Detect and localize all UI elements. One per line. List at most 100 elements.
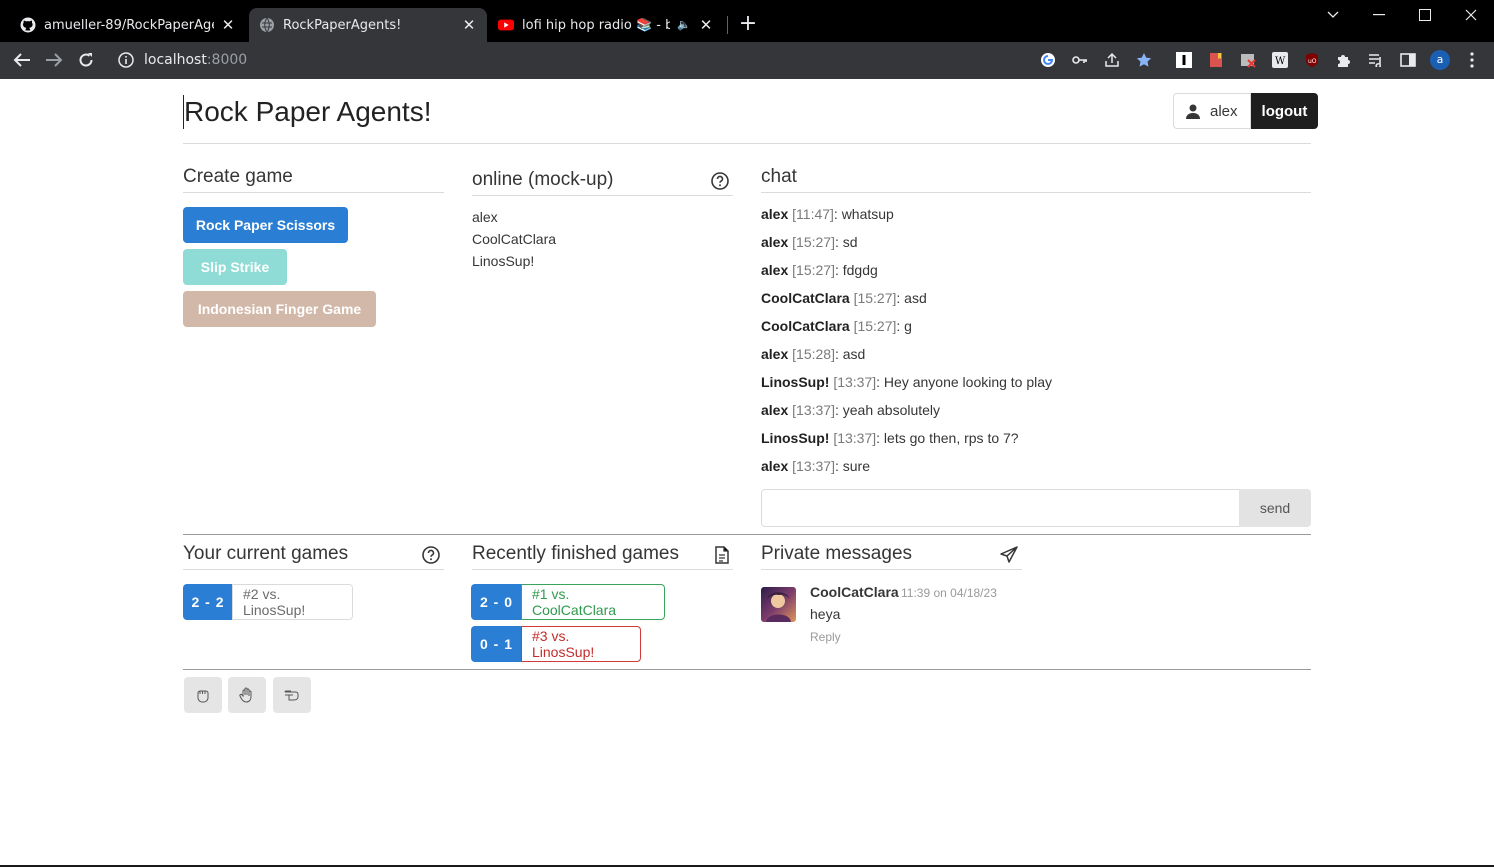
chat-message: CoolCatClara [15:27]: asd <box>761 290 927 306</box>
share-icon[interactable] <box>1103 51 1121 69</box>
scissors-button[interactable] <box>273 677 311 713</box>
info-icon[interactable] <box>118 52 134 68</box>
extension-wikipedia-icon[interactable]: W <box>1271 51 1289 69</box>
close-tab-icon[interactable]: ✕ <box>220 17 236 33</box>
chat-message: alex [11:47]: whatsup <box>761 206 894 222</box>
finished-game-link[interactable]: #3 vs. LinosSup! <box>521 626 641 662</box>
key-icon[interactable] <box>1071 51 1089 69</box>
chat-user: alex <box>761 206 789 222</box>
fist-icon <box>197 690 209 703</box>
extension-instapaper-icon[interactable] <box>1175 51 1193 69</box>
pm-reply-link[interactable]: Reply <box>810 630 841 644</box>
url-host: localhost <box>144 52 207 68</box>
chat-user: alex <box>761 262 789 278</box>
url-port: :8000 <box>206 52 248 68</box>
document-icon[interactable] <box>715 546 729 564</box>
tab-youtube[interactable]: lofi hip hop radio 📚 - beats 🔈 ✕ <box>488 8 724 42</box>
chat-text: : asd <box>834 346 866 362</box>
chat-text: : lets go then, rps to 7? <box>876 430 1019 446</box>
chat-title: chat <box>761 166 797 187</box>
chat-message: alex [15:27]: sd <box>761 234 858 250</box>
chat-time: [15:27] <box>853 290 897 306</box>
username: alex <box>1210 102 1238 120</box>
pointing-hand-icon <box>284 690 299 701</box>
chat-text: : Hey anyone looking to play <box>876 374 1053 390</box>
chat-text: : fdgdg <box>834 262 878 278</box>
help-icon[interactable] <box>422 546 440 564</box>
speaker-icon[interactable]: 🔈 <box>676 17 692 33</box>
minimize-icon[interactable] <box>1356 0 1402 30</box>
slip-strike-button[interactable]: Slip Strike <box>183 249 287 285</box>
chat-user: CoolCatClara <box>761 318 850 334</box>
chat-time: [13:37] <box>833 430 877 446</box>
extension-blocker-icon[interactable] <box>1239 51 1257 69</box>
svg-text:W: W <box>1275 56 1286 67</box>
chat-text: : whatsup <box>833 206 894 222</box>
chat-input[interactable] <box>761 489 1240 527</box>
chat-time: [13:37] <box>792 402 835 418</box>
bookmark-star-icon[interactable] <box>1135 51 1153 69</box>
logout-button[interactable]: logout <box>1250 93 1319 129</box>
rock-paper-scissors-button[interactable]: Rock Paper Scissors <box>183 207 348 243</box>
page-title: Rock Paper Agents! <box>183 95 432 129</box>
tab-rockpaperagents[interactable]: RockPaperAgents! ✕ <box>249 8 487 42</box>
paper-button[interactable] <box>228 677 266 713</box>
kebab-menu-icon[interactable] <box>1463 51 1481 69</box>
chat-user: alex <box>761 234 789 250</box>
side-panel-icon[interactable] <box>1399 51 1417 69</box>
chat-heading: chat <box>761 166 1311 193</box>
reload-icon[interactable] <box>74 48 98 72</box>
new-tab-icon[interactable]: + <box>737 13 759 36</box>
current-game-score[interactable]: 2 - 2 <box>183 584 233 620</box>
profile-avatar[interactable]: a <box>1430 50 1450 70</box>
rock-button[interactable] <box>184 677 222 713</box>
pm-sender: CoolCatClara <box>810 584 899 600</box>
close-tab-icon[interactable]: ✕ <box>461 17 477 33</box>
forward-icon[interactable] <box>42 48 66 72</box>
tab-title: lofi hip hop radio 📚 - beats <box>522 17 670 33</box>
finished-games-heading: Recently finished games <box>472 543 733 570</box>
chat-time: [15:27] <box>853 318 897 334</box>
online-heading: online (mock-up) <box>472 169 733 196</box>
current-games-title: Your current games <box>183 543 349 564</box>
chat-user: alex <box>761 402 789 418</box>
online-user: CoolCatClara <box>472 231 557 247</box>
close-tab-icon[interactable]: ✕ <box>698 17 714 33</box>
media-queue-icon[interactable] <box>1367 51 1385 69</box>
finished-game-score[interactable]: 2 - 0 <box>471 584 522 620</box>
user-button[interactable]: alex <box>1173 93 1251 129</box>
chat-text: : sure <box>834 458 870 474</box>
extension-ublock-icon[interactable]: uO <box>1303 51 1321 69</box>
chat-user: LinosSup! <box>761 430 830 446</box>
send-message-icon[interactable] <box>1000 546 1018 564</box>
address-bar[interactable]: localhost:8000 <box>110 46 1030 74</box>
browser-toolbar: localhost:8000 W uO a <box>0 42 1494 79</box>
svg-text:uO: uO <box>1308 58 1317 65</box>
maximize-icon[interactable] <box>1402 0 1448 30</box>
tab-github[interactable]: amueller-89/RockPaperAgents: a ✕ <box>10 8 246 42</box>
page-content: Rock Paper Agents! alex logout Create ga… <box>0 79 1494 867</box>
close-window-icon[interactable] <box>1448 0 1494 30</box>
private-messages-heading: Private messages <box>761 543 1022 570</box>
create-game-title: Create game <box>183 166 293 187</box>
google-icon[interactable] <box>1039 51 1057 69</box>
tab-title: RockPaperAgents! <box>283 17 402 33</box>
extension-bookmark-icon[interactable] <box>1207 51 1225 69</box>
help-icon[interactable] <box>711 172 729 190</box>
finished-game-score[interactable]: 0 - 1 <box>471 626 522 662</box>
finished-game-link[interactable]: #1 vs. CoolCatClara <box>521 584 665 620</box>
chat-user: CoolCatClara <box>761 290 850 306</box>
send-button[interactable]: send <box>1239 489 1311 527</box>
pm-timestamp: 11:39 on 04/18/23 <box>901 586 997 600</box>
chat-message: alex [15:28]: asd <box>761 346 865 362</box>
back-icon[interactable] <box>10 48 34 72</box>
chevron-down-icon[interactable] <box>1310 0 1356 30</box>
online-title: online (mock-up) <box>472 169 614 190</box>
indonesian-finger-game-button[interactable]: Indonesian Finger Game <box>183 291 376 327</box>
online-user: LinosSup! <box>472 253 535 269</box>
puzzle-icon[interactable] <box>1335 51 1353 69</box>
user-controls: alex logout <box>1173 93 1319 129</box>
globe-icon <box>259 17 275 33</box>
current-game-link[interactable]: #2 vs. LinosSup! <box>232 584 353 620</box>
chat-time: [15:27] <box>792 262 835 278</box>
